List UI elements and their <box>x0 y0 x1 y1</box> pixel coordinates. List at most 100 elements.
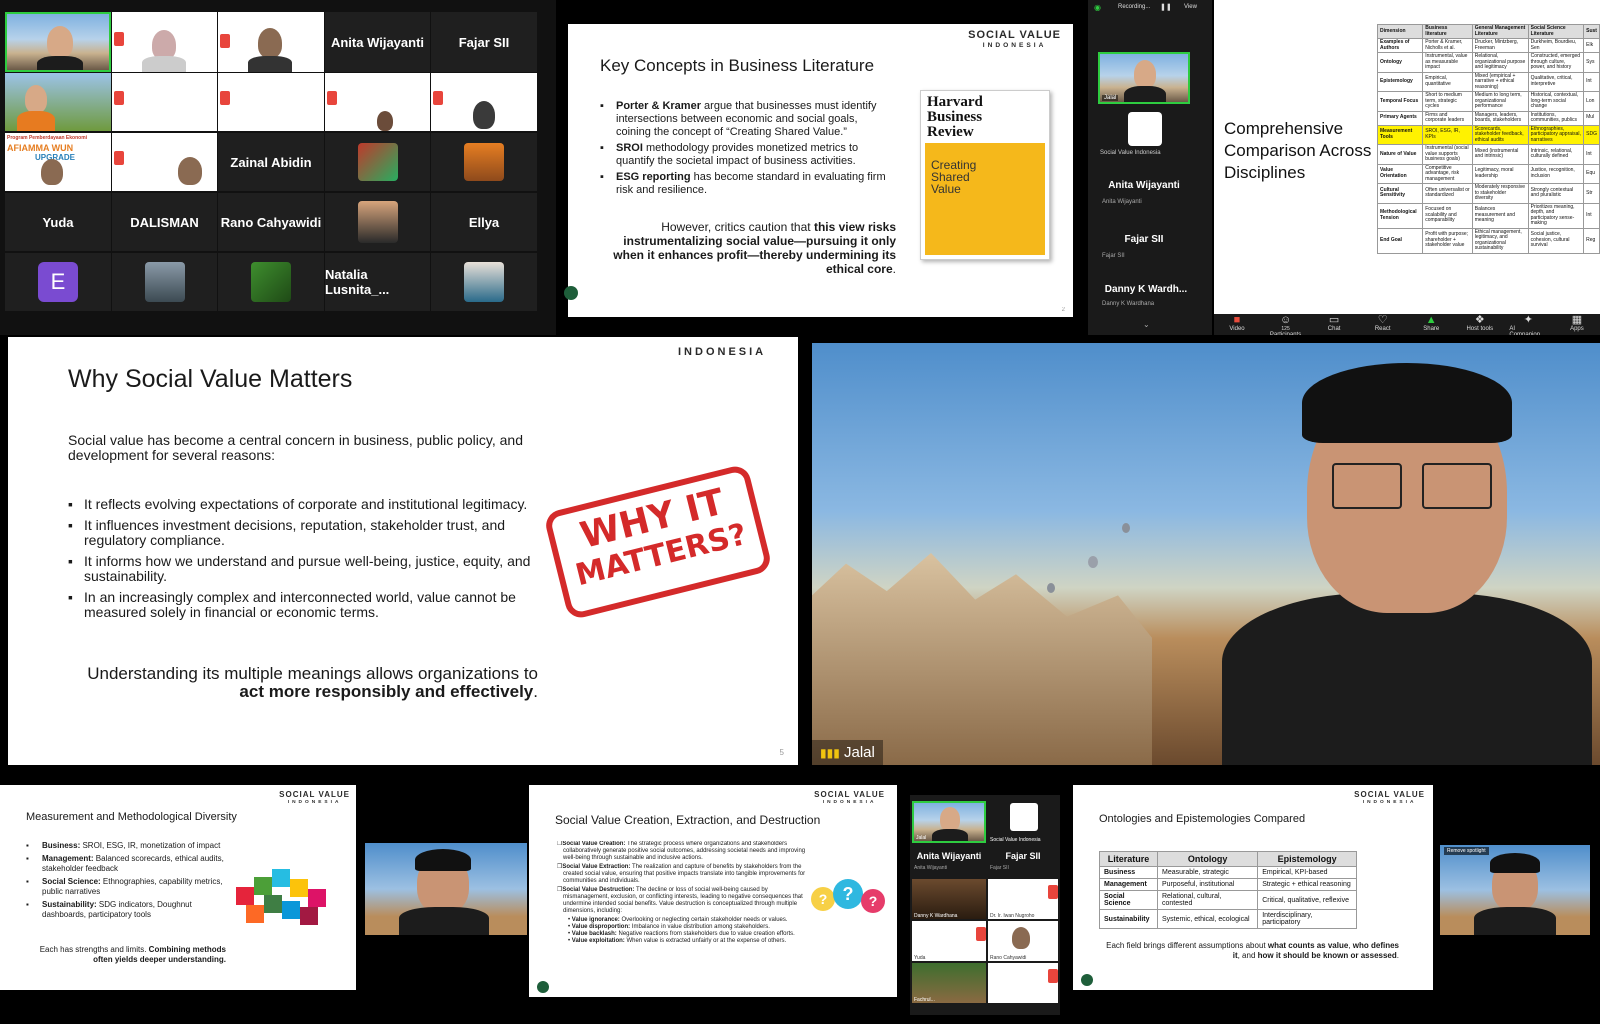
annotate-icon[interactable] <box>537 981 549 993</box>
signal-icon: ▮▮▮ <box>820 746 840 760</box>
participant-label: Danny K Wardhana <box>914 913 958 919</box>
tile-dalisman[interactable]: DALISMAN <box>112 193 217 251</box>
tile-anita[interactable]: Anita Wijayanti Anita Wijayanti <box>1098 166 1190 218</box>
table-header-cell: Sust <box>1583 24 1600 39</box>
table-cell: Focused on scalability and comparability <box>1422 202 1473 229</box>
video-tile-svi-6[interactable] <box>431 73 537 131</box>
tile-avatar-photo-4[interactable] <box>112 253 217 311</box>
table-cell: Prioritizes meaning, depth, and particip… <box>1527 202 1585 229</box>
tile-danny-mini[interactable]: Danny K Wardhana <box>912 879 986 919</box>
list-item: It reflects evolving expectations of cor… <box>68 497 538 512</box>
annotate-icon[interactable] <box>564 286 578 300</box>
view-button[interactable]: View <box>1184 4 1197 10</box>
video-tile-svi-7[interactable] <box>112 133 217 191</box>
list-item: ❒Social Value Extraction: The realizatio… <box>557 864 806 884</box>
table-cell: Mixed (empirical + narrative + ethical r… <box>1471 71 1529 92</box>
small-speaker-video-2[interactable]: Remove spotlight <box>1440 845 1590 935</box>
why-slide: INDONESIA Why Social Value Matters Socia… <box>8 337 798 765</box>
participant-name: Anita Wijayanti <box>330 34 425 50</box>
table-cell: Justice, recognition, inclusion <box>1527 163 1585 184</box>
participant-name: Ellya <box>468 214 500 230</box>
tile-anita-wijayanti[interactable]: Anita Wijayanti <box>325 12 430 72</box>
video-tile-banner[interactable]: Program Pemberdayaan Ekonomi AFIAMMA WUN… <box>5 133 111 191</box>
annotate-icon[interactable] <box>1081 974 1093 986</box>
tile-yuda[interactable]: Yuda <box>5 193 111 251</box>
table-header-cell: Epistemology <box>1257 851 1357 867</box>
key-concepts-frame: SOCIAL VALUE INDONESIA Key Concepts in B… <box>558 0 1086 335</box>
video-tile-svi-3[interactable] <box>112 73 217 131</box>
tile-danny[interactable]: Danny K Wardh... Danny K Wardhana <box>1096 274 1196 320</box>
table-cell: Intrinsic, relational, culturally define… <box>1527 144 1585 165</box>
table-cell: Ontology <box>1377 52 1424 73</box>
toolbar-apps-button[interactable]: ▦ Apps <box>1558 314 1596 335</box>
toolbar-video-button[interactable]: ■ Video <box>1218 314 1256 335</box>
speaker-name-tag: ▮▮▮ Jalal <box>812 740 883 765</box>
toolbar-react-button[interactable]: ♡ React <box>1364 314 1402 335</box>
tile-svi-logo[interactable]: Social Value Indonesia <box>1098 108 1190 160</box>
creation-list: ❒Social Value Creation: The strategic pr… <box>557 841 815 945</box>
video-tile-jalal-small[interactable]: Jalal <box>1098 52 1190 104</box>
toolbar-share-button[interactable]: ▲ Share <box>1412 314 1450 335</box>
chevron-down-icon[interactable]: ⌄ <box>1143 320 1150 329</box>
video-tile-jalal-mini[interactable]: Jalal <box>912 801 986 843</box>
tile-anita-mini[interactable]: Anita Wijayanti Anita Wijayanti <box>912 847 986 877</box>
tile-avatar-photo-5[interactable] <box>218 253 324 311</box>
participant-name: Rano Cahyawidi <box>220 214 322 230</box>
table-row: Nature of Value Instrumental (social valu… <box>1377 144 1600 165</box>
participant-name: Natalia Lusnita_... <box>325 267 390 297</box>
spotlight-badge[interactable]: Remove spotlight <box>1444 847 1489 855</box>
tile-avatar-photo-3[interactable] <box>325 193 430 251</box>
tile-dr-mini[interactable]: Dr. Ir. Iwan Nugroho <box>988 879 1058 919</box>
tile-rano-cahyawidi[interactable]: Rano Cahyawidi <box>218 193 324 251</box>
video-tile-jalal[interactable] <box>5 12 111 72</box>
tile-fajar-small[interactable]: Fajar SII Fajar SII <box>1098 222 1190 270</box>
participant-name: Fajar SII <box>1005 851 1041 861</box>
main-speaker-video[interactable]: ▮▮▮ Jalal <box>812 343 1600 765</box>
table-cell: Critical, qualitative, reflexive <box>1257 890 1357 910</box>
tile-yuda-mini[interactable]: Yuda <box>912 921 986 961</box>
participant-name: Fajar SII <box>458 34 510 50</box>
participant-name: Anita Wijayanti <box>1108 180 1180 191</box>
tile-avatar-photo-6[interactable] <box>431 253 537 311</box>
table-cell: Ethical management, legitimacy, and orga… <box>1471 227 1529 254</box>
table-cell: SROI, ESG, IR, KPIs <box>1422 124 1473 145</box>
avatar <box>464 262 504 302</box>
participant-label: Social Value Indonesia <box>990 837 1041 843</box>
tile-zainal-abidin[interactable]: Zainal Abidin <box>218 133 324 191</box>
list-item: Business: SROI, ESG, IR, monetization of… <box>26 841 226 851</box>
table-cell: Constructed, emerged through culture, po… <box>1527 52 1585 73</box>
video-tile-svi-4[interactable] <box>218 73 324 131</box>
table-cell: Competitive advantage, risk management <box>1422 163 1473 184</box>
page-title: Social Value Creation, Extraction, and D… <box>555 813 821 827</box>
react-icon: ♡ <box>1377 314 1388 326</box>
table-row: Measurement Tools SROI, ESG, IR, KPIs Scor… <box>1377 124 1600 145</box>
tile-fajar-mini[interactable]: Fajar SII Fajar SII <box>988 847 1058 877</box>
video-tile-svi-5[interactable] <box>325 73 430 131</box>
participant-label: Jalal <box>916 835 927 841</box>
host-tools-icon: ❖ <box>1474 314 1485 326</box>
tile-svi-mini[interactable]: Social Value Indonesia <box>988 801 1058 843</box>
table-cell: Management <box>1099 878 1158 891</box>
small-speaker-video-1[interactable] <box>365 843 527 935</box>
tile-svi-mini-2[interactable] <box>988 963 1058 1003</box>
pause-icon[interactable]: ❚❚ <box>1160 3 1172 11</box>
speaker-name: Jalal <box>843 744 875 761</box>
toolbar-chat-button[interactable]: ▭ Chat <box>1315 314 1353 335</box>
video-tile-field[interactable] <box>5 73 111 131</box>
video-tile-svi-1[interactable] <box>112 12 217 72</box>
tile-avatar-photo-1[interactable] <box>325 133 430 191</box>
tile-avatar-photo-2[interactable] <box>431 133 537 191</box>
toolbar-ai-companion-button[interactable]: ✦ AI Companion <box>1509 314 1547 335</box>
tile-fajar[interactable]: Fajar SII <box>431 12 537 72</box>
list-item: Porter & Kramer argue that businesses mu… <box>600 100 890 139</box>
tile-ellya[interactable]: Ellya <box>431 193 537 251</box>
tile-avatar-e[interactable]: E <box>5 253 111 311</box>
toolbar-participants-button[interactable]: ☺ 125 Participants <box>1267 314 1305 335</box>
table-row: Methodological Tension Focused on scalabi… <box>1377 202 1600 229</box>
hbr-title: Harvard Business Review <box>927 94 983 140</box>
tile-natalia[interactable]: Natalia Lusnita_... <box>325 253 430 311</box>
tile-fachrul-mini[interactable]: Fachrul... <box>912 963 986 1003</box>
toolbar-host-tools-button[interactable]: ❖ Host tools <box>1461 314 1499 335</box>
video-tile-svi-2[interactable] <box>218 12 324 72</box>
tile-rano-mini[interactable]: Rano Cahyawidi <box>988 921 1058 961</box>
